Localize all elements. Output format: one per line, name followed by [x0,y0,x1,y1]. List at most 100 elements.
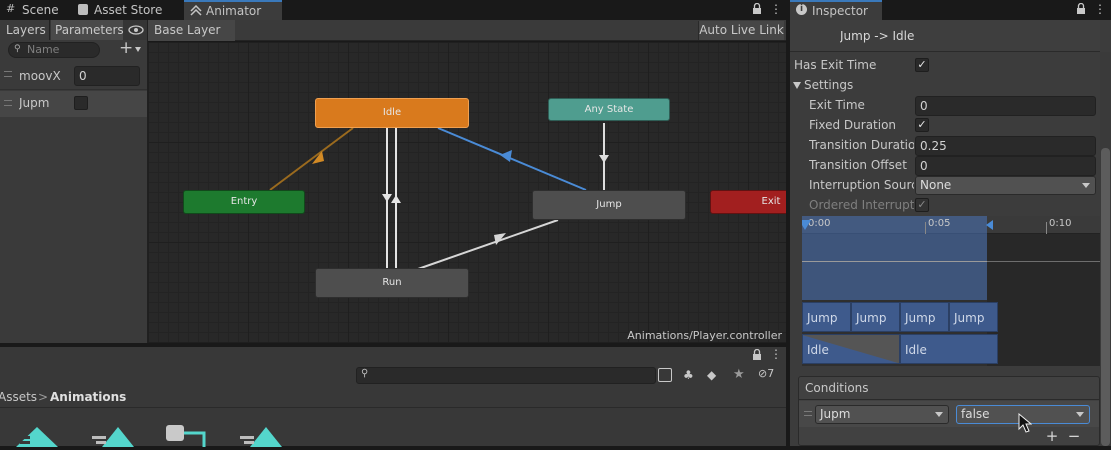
param-bool-checkbox[interactable] [74,96,88,110]
breadcrumb[interactable]: Base Layer [148,20,235,41]
settings-foldout-label[interactable]: Settings [804,78,853,92]
breadcrumb-arrow [227,20,235,41]
transition-offset-field[interactable]: 0 [915,156,1096,176]
transition-arrow [599,155,609,163]
remove-condition-button[interactable]: − [1063,428,1085,444]
scrollbar-thumb[interactable] [1101,148,1110,446]
transition-title: Jump -> Idle [840,29,915,43]
param-row[interactable]: moovX 0 [0,64,147,90]
auto-live-link-button[interactable]: Auto Live Link [698,21,784,40]
param-value-field[interactable]: 0 [74,66,140,86]
ordered-interruption-checkbox: ✓ [915,198,929,212]
project-search-input[interactable]: ⚲ [356,367,656,384]
source-clip-jump[interactable]: Jump [851,302,900,332]
animator-tab-bar: # Scene Asset Store Animator ⋮ [0,0,786,20]
lock-icon[interactable] [752,2,762,14]
fixed-duration-checkbox[interactable]: ✓ [915,118,929,132]
has-exit-time-checkbox[interactable]: ✓ [915,58,929,72]
breadcrumb-animations[interactable]: Animations [50,388,126,406]
tab-layers[interactable]: Layers [0,20,50,40]
filter-by-type-icon[interactable]: ♣ [683,368,694,382]
dropdown-value: false [961,407,990,421]
tab-asset-store[interactable]: Asset Store [72,0,170,20]
exit-time-field[interactable]: 0 [915,96,1096,116]
lock-icon[interactable] [752,348,762,364]
state-entry[interactable]: Entry [183,190,305,214]
state-machine-graph[interactable]: Idle Any State Entry Jump Exit Run Anima… [148,42,786,343]
exit-time-label: Exit Time [809,98,865,112]
scrollbar-track[interactable] [1100,52,1111,446]
timeline-tick-mark [1046,222,1047,234]
search-options-icon[interactable] [658,368,672,382]
state-jump[interactable]: Jump [532,190,686,220]
favorite-star-icon[interactable]: ★ [733,367,745,382]
drag-handle-icon[interactable] [4,100,12,106]
condition-parameter-dropdown[interactable]: Jupm [815,405,949,424]
state-any-state[interactable]: Any State [548,98,670,121]
inspector-tab-bar: i Inspector ⋮ [790,0,1111,20]
param-search-input[interactable]: ⚲ Name [8,42,100,58]
asset-thumbnail[interactable] [240,427,282,447]
has-exit-time-label: Has Exit Time [794,58,877,72]
transition-duration-label: Transition Duration [809,138,914,152]
inspector-header: Jump -> Idle [790,20,1100,52]
asset-thumbnail[interactable] [166,425,208,447]
chevron-down-icon [135,47,141,52]
destination-clip-idle[interactable]: Idle [802,334,900,364]
tab-inspector[interactable]: i Inspector [790,0,882,20]
drag-handle-icon[interactable] [4,71,12,77]
param-row[interactable]: Jupm [0,91,147,117]
settings-foldout-icon[interactable] [793,82,801,89]
state-exit[interactable]: Exit [710,190,786,214]
transition-jump-idle [437,127,587,191]
plus-icon: + [119,38,134,58]
timeline-tick: 0:05 [928,218,951,229]
source-clip-jump[interactable]: Jump [949,302,998,332]
tab-animator[interactable]: Animator [184,0,282,20]
tab-parameters[interactable]: Parameters [51,20,124,40]
destination-clip-idle[interactable]: Idle [900,334,998,364]
controller-path: Animations/Player.controller [627,329,782,342]
tab-scene[interactable]: # Scene [0,0,67,20]
add-parameter-button[interactable]: + [117,38,145,59]
more-menu-icon[interactable]: ⋮ [1094,2,1106,16]
condition-row[interactable]: Jupm false [799,401,1099,427]
state-run[interactable]: Run [315,268,469,298]
more-menu-icon[interactable]: ⋮ [770,347,782,361]
asset-thumbnail[interactable] [92,427,134,447]
start-marker-icon[interactable] [802,220,811,230]
inspector-panel: Jump -> Idle Has Exit Time ✓ Settings Ex… [790,20,1111,446]
state-idle[interactable]: Idle [315,98,469,128]
source-clip-jump[interactable]: Jump [802,302,851,332]
transition-duration-field[interactable]: 0.25 [915,136,1096,156]
breadcrumb-assets[interactable]: Assets [0,388,37,406]
interruption-source-dropdown[interactable]: None [915,176,1096,195]
animator-sidebar: Layers Parameters ⚲ Name + moovX 0 Jupm [0,20,147,343]
lock-icon[interactable] [1076,2,1086,18]
param-name: Jupm [19,96,50,110]
more-menu-icon[interactable]: ⋮ [770,2,782,16]
transition-arrow [391,195,401,203]
interruption-source-label: Interruption Source [809,178,914,192]
asset-thumbnail[interactable] [16,427,58,447]
source-clip-jump[interactable]: Jump [900,302,949,332]
search-icon: ⚲ [14,44,21,54]
project-toolbar: ⚲ ♣ ◆ ★ ⊘7 [0,365,786,387]
hidden-packages-icon[interactable]: ⊘7 [758,367,774,380]
conditions-label: Conditions [805,381,869,395]
hidden-count: 7 [767,367,775,380]
transition-timeline[interactable]: 0:00 0:05 0:10 Jump Jump Jump Jump Idle … [802,216,1100,366]
graph-toolbar: Base Layer Auto Live Link [148,20,786,41]
dropdown-value: Jupm [820,407,851,421]
search-placeholder: Name [27,43,60,56]
param-name: moovX [19,69,61,83]
animator-icon [190,4,202,16]
chevron-down-icon [935,412,943,417]
chevron-down-icon [1082,183,1090,188]
drag-handle-icon[interactable] [804,411,812,416]
ordered-interruption-label: Ordered Interruption [809,198,914,212]
end-marker-icon[interactable] [986,220,993,230]
timeline-tick-mark [925,222,926,234]
add-condition-button[interactable]: + [1041,428,1063,444]
filter-by-label-icon[interactable]: ◆ [707,368,716,382]
